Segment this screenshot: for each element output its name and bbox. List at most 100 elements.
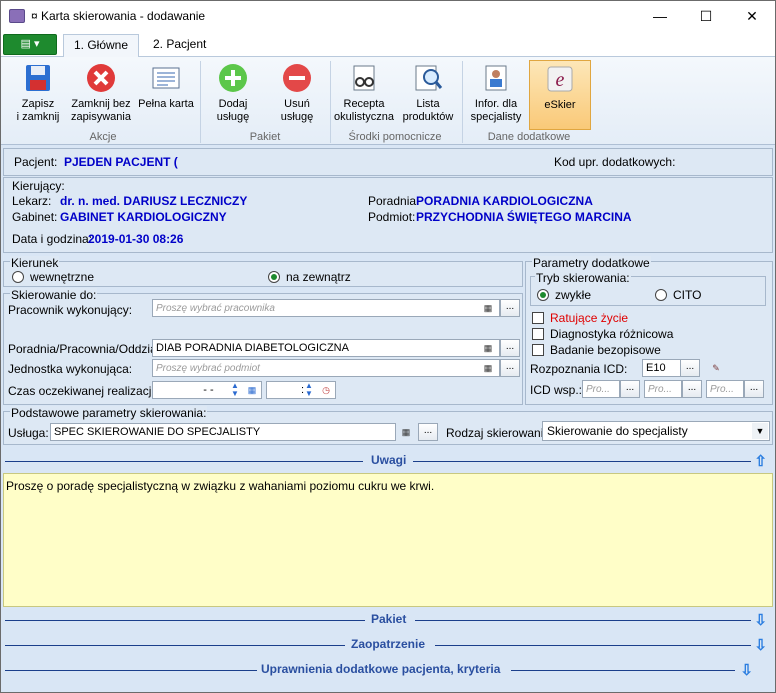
- icdwsp-input-3[interactable]: Pro...: [706, 380, 744, 398]
- arrow-down-icon[interactable]: ⇩: [740, 661, 753, 679]
- referred-to-panel: Skierowanie do: Pracownik wykonujący: Pr…: [3, 288, 523, 405]
- diagnostyka-label: Diagnostyka różnicowa: [550, 327, 674, 341]
- product-list-button[interactable]: Lista produktów: [401, 60, 455, 130]
- jednostka-label: Jednostka wykonująca:: [8, 362, 133, 376]
- zaopatrzenie-header[interactable]: Zaopatrzenie ⇩: [3, 634, 773, 656]
- arrow-down-icon[interactable]: ⇩: [754, 636, 767, 654]
- radio-wewnetrzne[interactable]: [12, 271, 24, 283]
- pakiet-header[interactable]: Pakiet ⇩: [3, 609, 773, 631]
- pracownik-placeholder: Proszę wybrać pracownika: [156, 303, 275, 314]
- full-card-button[interactable]: Pełna karta: [135, 60, 197, 130]
- close-without-saving-button[interactable]: Zamknij bez zapisywania: [67, 60, 135, 130]
- add-label-1: Dodaj: [218, 98, 248, 110]
- eskier-button[interactable]: e eSkier: [529, 60, 591, 130]
- divider: [5, 461, 363, 462]
- radio-na-zewnatrz[interactable]: [268, 271, 280, 283]
- divider: [5, 670, 257, 671]
- data-value: 2019-01-30 08:26: [88, 232, 184, 246]
- referred-to-legend: Skierowanie do:: [10, 288, 98, 302]
- radio-zwykle[interactable]: [537, 289, 549, 301]
- remove-service-button[interactable]: Usuń usługę: [271, 60, 323, 130]
- tab-glowne[interactable]: 1. Główne: [63, 34, 140, 57]
- data-label: Data i godzina:: [12, 232, 93, 246]
- divider: [5, 620, 365, 621]
- uwagi-textarea[interactable]: Proszę o poradę specjalistyczną w związk…: [3, 473, 773, 607]
- minus-icon: [283, 64, 311, 92]
- close-button[interactable]: ✕: [729, 1, 775, 31]
- picker-icon[interactable]: ▦: [478, 340, 498, 356]
- info-for-specialist-button[interactable]: Infor. dla specjalisty: [467, 60, 525, 130]
- jednostka-ellipsis-button[interactable]: ...: [500, 359, 520, 377]
- icdwsp-input-1[interactable]: Pro...: [582, 380, 620, 398]
- icd-label: Rozpoznania ICD:: [530, 362, 628, 376]
- rodzaj-select[interactable]: Skierowanie do specjalisty ▼: [542, 421, 770, 441]
- divider: [435, 645, 751, 646]
- infor-label-1: Infor. dla: [474, 98, 518, 110]
- eye-prescription-button[interactable]: Recepta okulistyczna: [333, 60, 395, 130]
- icdwsp-placeholder: Pro...: [586, 384, 610, 395]
- kod-upr-label: Kod upr. dodatkowych:: [554, 155, 676, 169]
- tab-row: ▤ ▾ 1. Główne 2. Pacjent: [1, 31, 775, 57]
- diagnostyka-checkbox[interactable]: [532, 328, 544, 340]
- arrow-down-icon[interactable]: ⇩: [754, 611, 767, 629]
- icd-ellipsis-button[interactable]: ...: [680, 359, 700, 377]
- direction-legend: Kierunek: [10, 256, 60, 270]
- minimize-button[interactable]: —: [637, 1, 683, 31]
- pracownik-input[interactable]: Proszę wybrać pracownika: [152, 299, 500, 317]
- stamp-icon[interactable]: ✎: [706, 360, 726, 376]
- pracownik-ellipsis-button[interactable]: ...: [500, 299, 520, 317]
- arrow-up-icon[interactable]: ⇧: [754, 452, 767, 470]
- ribbon-toolbar: Zapisz i zamknij Zamknij bez zapisywania…: [1, 57, 775, 145]
- jednostka-input[interactable]: Proszę wybrać podmiot: [152, 359, 500, 377]
- referrer-panel: Kierujący: Lekarz: dr. n. med. DARIUSZ L…: [3, 177, 773, 253]
- radio-cito[interactable]: [655, 289, 667, 301]
- icdwsp-input-2[interactable]: Pro...: [644, 380, 682, 398]
- ribbon-separator: [462, 61, 463, 143]
- basic-params-panel: Podstawowe parametry skierowania: Usługa…: [3, 406, 773, 445]
- picker-icon[interactable]: ▦: [478, 300, 498, 316]
- badanie-checkbox[interactable]: [532, 344, 544, 356]
- uwagi-title: Uwagi: [371, 453, 407, 467]
- icd-input[interactable]: E10: [642, 359, 682, 377]
- gabinet-label: Gabinet:: [12, 210, 58, 224]
- ratujace-label: Ratujące życie: [550, 311, 629, 325]
- picker-icon[interactable]: ▦: [478, 360, 498, 376]
- pracownik-label: Pracownik wykonujący:: [8, 303, 133, 317]
- save-and-close-button[interactable]: Zapisz i zamknij: [9, 60, 67, 130]
- usluga-input[interactable]: SPEC SKIEROWANIE DO SPECJALISTY: [50, 423, 396, 441]
- clock-icon[interactable]: ◷: [316, 382, 336, 398]
- ribbon-separator: [200, 61, 201, 143]
- tryb-legend: Tryb skierowania:: [535, 271, 631, 285]
- poradnia-input[interactable]: DIAB PORADNIA DIABETOLOGICZNA: [152, 339, 500, 357]
- icdwsp-ellipsis-button[interactable]: ...: [744, 380, 764, 398]
- extra-params-panel: Parametry dodatkowe Tryb skierowania: zw…: [525, 256, 773, 405]
- app-menu-button[interactable]: ▤ ▾: [3, 34, 57, 55]
- icdwsp-ellipsis-button[interactable]: ...: [682, 380, 702, 398]
- calendar-icon[interactable]: ▦: [242, 382, 262, 398]
- icdwsp-placeholder: Pro...: [648, 384, 672, 395]
- produkty-label-1: Lista: [416, 98, 440, 110]
- picker-icon[interactable]: ▦: [396, 424, 416, 440]
- group-dane-label: Dane dodatkowe: [487, 131, 571, 143]
- direction-panel: Kierunek wewnętrzne na zewnątrz: [3, 256, 523, 287]
- full-card-label: Pełna karta: [138, 98, 194, 110]
- extra-params-legend: Parametry dodatkowe: [532, 256, 651, 270]
- produkty-label-2: produktów: [402, 111, 454, 123]
- poradnia-kier-label: Poradnia:: [368, 194, 420, 208]
- close-label-1: Zamknij bez: [71, 98, 131, 110]
- poradnia-ellipsis-button[interactable]: ...: [500, 339, 520, 357]
- add-service-button[interactable]: Dodaj usługę: [207, 60, 259, 130]
- lekarz-label: Lekarz:: [12, 194, 52, 208]
- uprawnienia-title: Uprawnienia dodatkowe pacjenta, kryteria: [261, 662, 501, 676]
- icdwsp-ellipsis-button[interactable]: ...: [620, 380, 640, 398]
- date-spin-icon[interactable]: ▲ ▼: [230, 382, 240, 398]
- maximize-button[interactable]: ☐: [683, 1, 729, 31]
- usluga-ellipsis-button[interactable]: ...: [418, 423, 438, 441]
- tab-pacjent[interactable]: 2. Pacjent: [143, 34, 216, 57]
- uwagi-header[interactable]: Uwagi ⇧: [3, 450, 773, 472]
- magnifier-list-icon: [415, 65, 443, 91]
- time-spin-icon[interactable]: ▲ ▼: [304, 382, 314, 398]
- uprawnienia-header[interactable]: Uprawnienia dodatkowe pacjenta, kryteria…: [3, 659, 773, 681]
- patient-label: Pacjent:: [14, 155, 58, 169]
- ratujace-checkbox[interactable]: [532, 312, 544, 324]
